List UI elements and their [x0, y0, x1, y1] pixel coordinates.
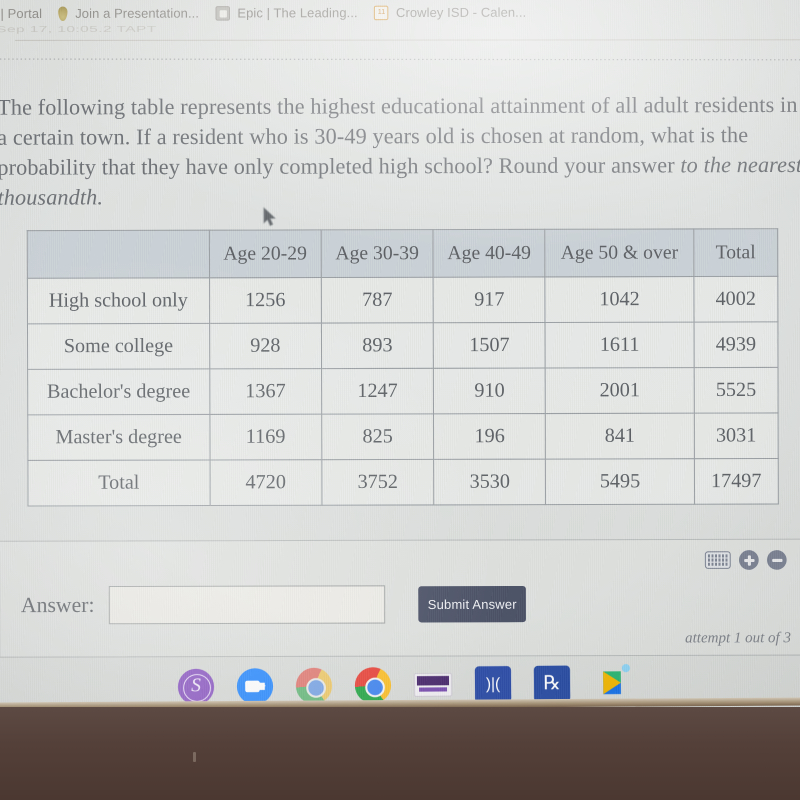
cell: 4720: [209, 459, 322, 506]
seesaw-icon[interactable]: [177, 668, 215, 705]
column-header-total: Total: [693, 228, 778, 277]
answer-label: Answer:: [20, 592, 95, 618]
row-label-bachelors-degree: Bachelor's degree: [27, 368, 210, 415]
epic-icon: [215, 6, 231, 21]
zoom-in-icon[interactable]: [739, 550, 759, 570]
keyboard-row: [707, 554, 728, 558]
tool-icon-group: [704, 550, 787, 570]
table-row: Bachelor's degree 1367 1247 910 2001 552…: [27, 367, 779, 415]
cell: 5525: [693, 367, 779, 414]
bookmark-label: ever | Portal: [0, 6, 43, 22]
cell: 1256: [209, 277, 322, 324]
bookmark-item-portal[interactable]: ever | Portal: [0, 7, 42, 22]
horizontal-rule: [14, 39, 800, 41]
row-label-masters-degree: Master's degree: [27, 414, 210, 461]
chrome-active-icon[interactable]: [354, 666, 392, 704]
cell: 917: [433, 276, 546, 323]
cell: 825: [321, 413, 434, 460]
table-total-row: Total 4720 3752 3530 5495 17497: [27, 458, 779, 506]
answer-input[interactable]: [108, 585, 386, 625]
zoom-meetings-icon[interactable]: [236, 667, 274, 705]
column-header-age-40-49: Age 40-49: [433, 229, 546, 278]
cell: 841: [545, 413, 695, 460]
table-header-row: Age 20-29 Age 30-39 Age 40-49 Age 50 & o…: [27, 228, 778, 279]
cell: 196: [433, 413, 546, 460]
answer-panel: Answer: Submit Answer attempt 1 out of 3: [0, 538, 800, 658]
cell: 787: [321, 277, 434, 324]
cell: 1367: [209, 368, 322, 415]
bookmark-label: Epic | The Leading...: [237, 5, 358, 21]
educational-attainment-table: Age 20-29 Age 30-39 Age 40-49 Age 50 & o…: [26, 228, 779, 507]
chrome-icon[interactable]: [295, 667, 333, 704]
bookmark-label: Crowley ISD - Calen...: [395, 5, 527, 21]
cell: 5495: [545, 458, 695, 505]
question-prompt: The following table represents the highe…: [0, 90, 800, 213]
cell: 1611: [545, 322, 694, 369]
bookmark-item-epic[interactable]: Epic | The Leading...: [215, 5, 358, 21]
cell: 893: [321, 322, 434, 369]
cell: 1247: [321, 368, 434, 415]
keyboard-icon[interactable]: [704, 551, 731, 569]
answer-row: Answer: Submit Answer: [20, 585, 527, 625]
cell: 4939: [693, 321, 779, 368]
faded-timestamp-text: Sep 17, 10:05.2 TAPT: [0, 24, 157, 35]
photographed-screen: ever | Portal Join a Presentation... Epi…: [0, 0, 800, 725]
table-row: High school only 1256 787 917 1042 4002: [27, 276, 778, 324]
cell-grand-total: 17497: [694, 458, 779, 505]
bookmark-item-join-presentation[interactable]: Join a Presentation...: [58, 6, 200, 22]
bookmark-item-crowley-isd-calendar[interactable]: 11 Crowley ISD - Calen...: [374, 5, 527, 21]
row-label-some-college: Some college: [27, 323, 210, 370]
question-line-4-prefix: answer: [611, 152, 681, 178]
mouse-cursor: [263, 206, 276, 227]
table-row: Master's degree 1169 825 196 841 3031: [27, 412, 779, 461]
cell: 3530: [433, 459, 546, 505]
pin-icon: [58, 6, 68, 22]
cell: 3031: [694, 412, 779, 459]
column-header-age-50-over: Age 50 & over: [545, 228, 694, 277]
cell: 910: [433, 368, 546, 414]
submit-answer-button[interactable]: Submit Answer: [418, 585, 527, 623]
table-row: Some college 928 893 1507 1611 4939: [27, 321, 779, 370]
keyboard-row: [707, 562, 728, 566]
column-header-age-30-39: Age 30-39: [321, 229, 434, 278]
question-line-1: The following table represents the highe…: [0, 92, 689, 120]
desk-speck: [193, 752, 196, 762]
cell: 1507: [433, 322, 546, 369]
row-label-high-school-only: High school only: [27, 277, 210, 324]
cell: 1169: [209, 414, 322, 460]
zoom-out-icon[interactable]: [766, 550, 787, 570]
table-corner-cell: [27, 230, 210, 279]
rx-icon[interactable]: [533, 665, 571, 702]
cell: 3752: [321, 459, 434, 506]
play-store-icon[interactable]: [593, 665, 630, 702]
column-header-age-20-29: Age 20-29: [209, 229, 322, 278]
cell: 928: [209, 323, 322, 369]
bookmark-label: Join a Presentation...: [75, 6, 200, 21]
cell: 4002: [693, 276, 778, 323]
document-icon[interactable]: [413, 672, 453, 697]
cell: 1042: [545, 276, 694, 323]
speaker-icon[interactable]: [474, 665, 512, 703]
cell: 2001: [545, 367, 695, 414]
attempt-counter: attempt 1 out of 3: [685, 629, 792, 647]
dotted-divider: [0, 58, 800, 61]
desk-surface: [0, 707, 800, 800]
row-label-total: Total: [27, 459, 210, 506]
keyboard-row: [707, 558, 728, 562]
calendar-icon: 11: [374, 5, 389, 21]
